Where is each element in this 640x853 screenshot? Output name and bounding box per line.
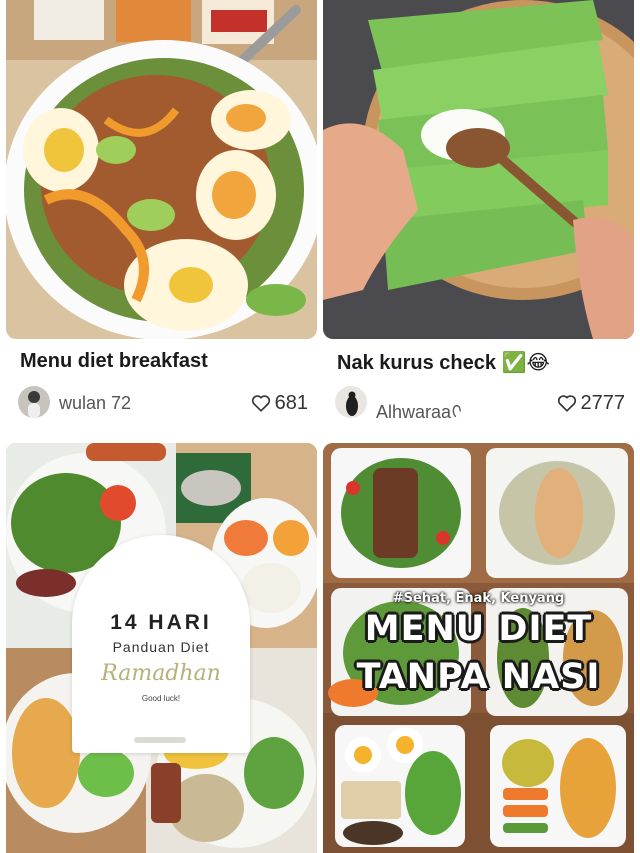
post-card-4[interactable]: #Sehat, Enak, Kenyang MENU DIET TANPA NA… [323,443,634,853]
author-suffix: ᢉ [451,402,461,422]
avatar[interactable] [18,386,50,418]
overlay-subheading: Panduan Diet [112,639,210,655]
overlay-badge: 14 HARI Panduan Diet Ramadhan Good luck! [72,535,250,753]
like-count-value: 681 [274,391,308,414]
heart-icon[interactable] [556,392,578,414]
overlay-script: Ramadhan [101,661,221,686]
post-meta: wulan 72 681 [18,386,308,418]
author-name[interactable]: Alhwaraaᢉ [376,393,461,424]
post-thumbnail[interactable] [6,0,317,339]
post-thumbnail[interactable] [323,0,634,339]
avatar[interactable] [335,386,367,418]
salad-bowl-photo [6,0,317,339]
overlay-divider [134,737,186,743]
post-title[interactable]: Nak kurus check ✅😂 [337,350,550,375]
post-title[interactable]: Menu diet breakfast [20,350,208,373]
author-name-text: Alhwaraa [376,402,452,422]
post-thumbnail[interactable]: 14 HARI Panduan Diet Ramadhan Good luck! [6,443,317,853]
feed-grid: Menu diet breakfast wulan 72 681 Nak kur… [0,0,640,853]
post-card-1[interactable]: Menu diet breakfast wulan 72 681 [6,0,317,418]
overlay-tagline: #Sehat, Enak, Kenyang [392,591,565,606]
heart-icon[interactable] [250,392,272,414]
like-count[interactable]: 2777 [556,391,626,415]
overlay-footnote: Good luck! [141,694,181,703]
post-card-3[interactable]: 14 HARI Panduan Diet Ramadhan Good luck! [6,443,317,853]
overlay-subheading: TANPA NASI [356,657,601,697]
overlay-heading: MENU DIET [364,609,593,649]
post-title-text: Nak kurus check [337,352,496,374]
post-card-2[interactable]: Nak kurus check ✅😂 Alhwaraaᢉ 2777 [323,0,634,422]
title-emoji: ✅😂 [501,350,550,374]
post-meta: Alhwaraaᢉ 2777 [335,386,626,422]
like-count-value: 2777 [580,391,626,414]
overlay-heading: 14 HARI [110,611,212,634]
lettuce-wrap-photo [323,0,634,339]
like-count[interactable]: 681 [250,391,308,415]
author-name[interactable]: wulan 72 [59,393,131,414]
post-thumbnail[interactable]: #Sehat, Enak, Kenyang MENU DIET TANPA NA… [323,443,634,853]
